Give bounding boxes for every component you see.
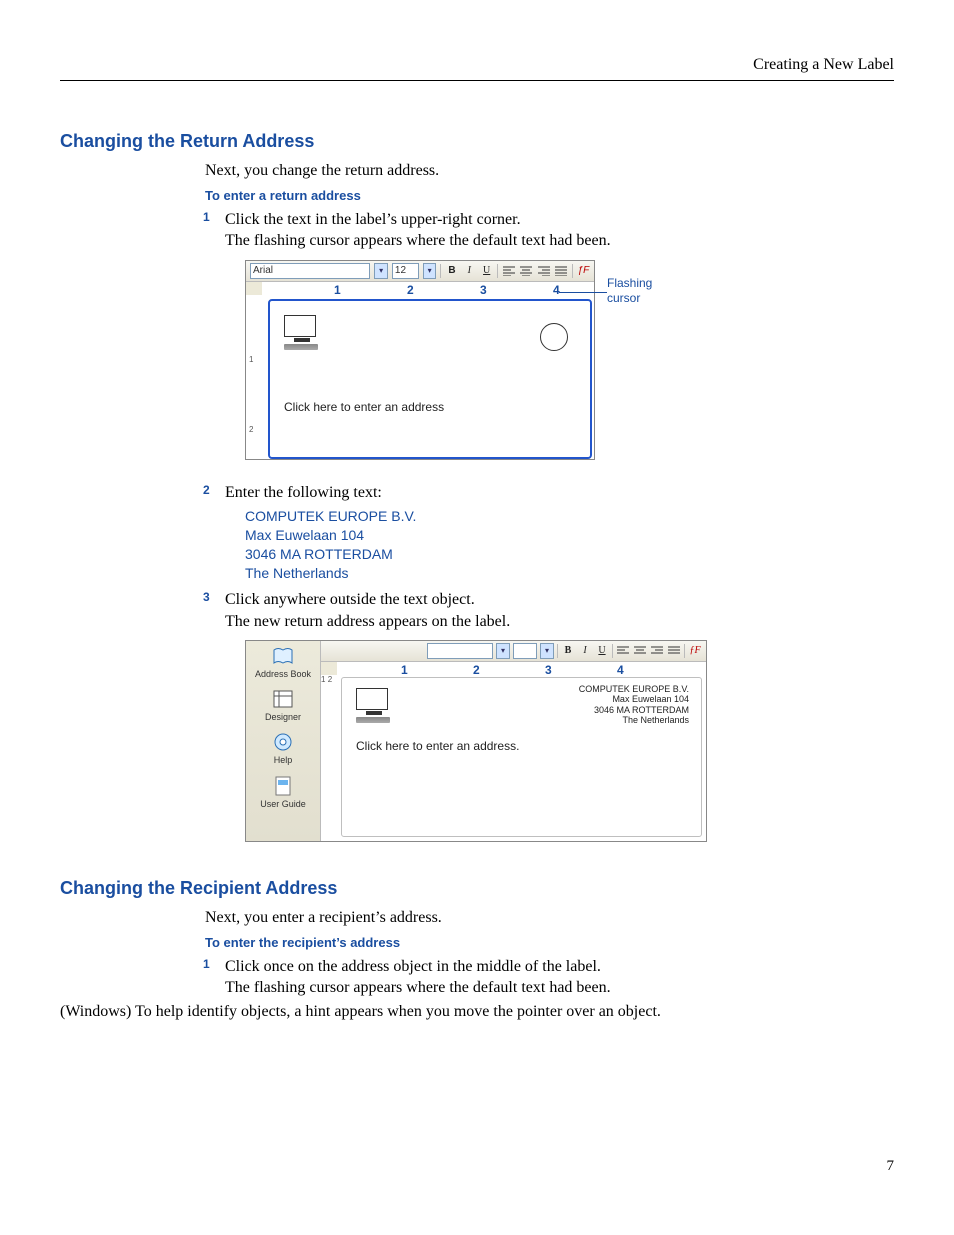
align-right-button[interactable] xyxy=(537,264,550,278)
step-text: The flashing cursor appears where the de… xyxy=(225,232,611,249)
sidebar-item-designer[interactable]: Designer xyxy=(246,686,320,729)
chapter-title: Creating a New Label xyxy=(753,56,894,73)
step-text: The new return address appears on the la… xyxy=(225,613,510,630)
sidebar-item-user-guide[interactable]: User Guide xyxy=(246,773,320,816)
align-left-button[interactable] xyxy=(502,264,515,278)
format-toolbar: ▾ ▾ B I U xyxy=(321,641,706,662)
align-justify-button[interactable] xyxy=(667,644,681,658)
sidebar-item-help[interactable]: Help xyxy=(246,729,320,772)
computer-icon xyxy=(356,688,392,722)
designer-icon xyxy=(271,688,295,710)
step-text: Enter the following text: xyxy=(225,484,382,501)
align-justify-button[interactable] xyxy=(554,264,567,278)
dropdown-icon[interactable]: ▾ xyxy=(496,643,510,659)
label-canvas[interactable]: COMPUTEK EUROPE B.V. Max Euwelaan 104 30… xyxy=(341,677,702,837)
font-family-select[interactable] xyxy=(427,643,493,659)
effects-button[interactable]: ƒF xyxy=(577,264,590,278)
page-number: 7 xyxy=(887,1158,895,1175)
address-book-icon xyxy=(271,645,295,667)
step-number: 2 xyxy=(203,482,210,498)
align-left-button[interactable] xyxy=(616,644,630,658)
bold-button[interactable]: B xyxy=(561,644,575,658)
flashing-cursor-indicator xyxy=(540,323,568,351)
sidebar-item-address-book[interactable]: Address Book xyxy=(246,643,320,686)
align-right-button[interactable] xyxy=(650,644,664,658)
sidebar: Address Book Designer xyxy=(246,641,321,841)
computer-icon xyxy=(284,315,320,349)
step-text: The flashing cursor appears where the de… xyxy=(225,979,611,996)
intro-para: Next, you change the return address. xyxy=(205,160,894,182)
step-number: 3 xyxy=(203,589,210,605)
label-canvas[interactable]: Click here to enter an address xyxy=(268,299,592,459)
align-center-button[interactable] xyxy=(633,644,647,658)
font-family-select[interactable]: Arial xyxy=(250,263,370,279)
step-number: 1 xyxy=(203,209,210,225)
bold-button[interactable]: B xyxy=(445,264,458,278)
intro-para: Next, you enter a recipient’s address. xyxy=(205,907,894,929)
step-1: 1 Click the text in the label’s upper-ri… xyxy=(205,209,894,470)
step-number: 1 xyxy=(203,956,210,972)
dropdown-icon[interactable]: ▾ xyxy=(423,263,436,279)
screenshot-editor-result: Address Book Designer xyxy=(245,640,894,842)
return-address-text[interactable]: COMPUTEK EUROPE B.V. Max Euwelaan 104 30… xyxy=(579,684,689,725)
italic-button[interactable]: I xyxy=(578,644,592,658)
ruler-vertical: 1 2 xyxy=(246,295,263,459)
help-icon xyxy=(271,731,295,753)
section-heading-recipient: Changing the Recipient Address xyxy=(60,878,894,899)
step-text: Click anywhere outside the text object. xyxy=(225,591,475,608)
format-toolbar: Arial ▾ 12 ▾ B I U xyxy=(246,261,594,282)
step-3: 3 Click anywhere outside the text object… xyxy=(205,589,894,842)
underline-button[interactable]: U xyxy=(480,264,493,278)
dropdown-icon[interactable]: ▾ xyxy=(540,643,554,659)
step-text: (Windows) To help identify objects, a hi… xyxy=(60,1003,661,1020)
dropdown-icon[interactable]: ▾ xyxy=(374,263,387,279)
address-placeholder[interactable]: Click here to enter an address xyxy=(284,399,444,415)
effects-button[interactable]: ƒF xyxy=(688,644,702,658)
font-size-select[interactable]: 12 xyxy=(392,263,419,279)
underline-button[interactable]: U xyxy=(595,644,609,658)
ruler-vertical: 1 2 xyxy=(321,675,338,841)
screenshot-editor-cursor: Arial ▾ 12 ▾ B I U xyxy=(245,260,715,470)
procedure-heading: To enter the recipient’s address xyxy=(205,935,894,950)
italic-button[interactable]: I xyxy=(463,264,476,278)
user-guide-icon xyxy=(271,775,295,797)
step-text: Click the text in the label’s upper-righ… xyxy=(225,211,521,228)
example-address: COMPUTEK EUROPE B.V. Max Euwelaan 104 30… xyxy=(245,507,894,583)
address-placeholder[interactable]: Click here to enter an address. xyxy=(356,738,519,754)
page-header: Creating a New Label xyxy=(60,56,894,81)
procedure-heading: To enter a return address xyxy=(205,188,894,203)
font-size-select[interactable] xyxy=(513,643,537,659)
step-text: Click once on the address object in the … xyxy=(225,958,601,975)
callout-flashing-cursor: Flashing cursor xyxy=(607,276,652,307)
step-2: 2 Enter the following text: COMPUTEK EUR… xyxy=(205,482,894,583)
step-1: 1 Click once on the address object in th… xyxy=(205,956,894,999)
align-center-button[interactable] xyxy=(520,264,533,278)
section-heading-return: Changing the Return Address xyxy=(60,131,894,152)
